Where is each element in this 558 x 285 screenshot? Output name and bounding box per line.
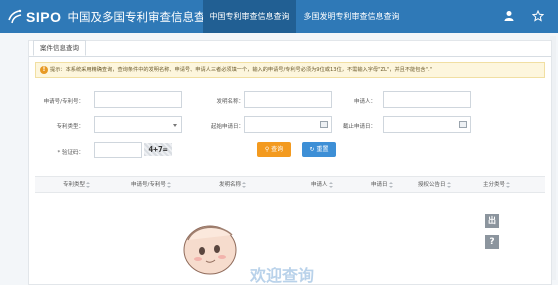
sipo-logo-icon — [8, 9, 22, 24]
patent-type-select[interactable] — [94, 116, 182, 133]
export-button[interactable]: 出 — [485, 214, 499, 228]
application-number-label: 申请号/专利号： — [43, 99, 84, 105]
sort-icon — [166, 181, 171, 188]
watermark-text: 欢迎查询 — [249, 266, 314, 285]
applicant-input[interactable] — [383, 91, 471, 108]
captcha-image[interactable]: 4+7= — [144, 143, 172, 156]
reset-button[interactable]: ↻ 重置 — [302, 142, 336, 157]
info-icon: ! — [40, 66, 48, 74]
column-header-patent-type[interactable]: 专利类型 — [63, 177, 91, 194]
tab-china-patent-query[interactable]: 中国专利审查信息查询 — [203, 0, 296, 33]
calendar-icon[interactable] — [459, 121, 467, 128]
site-title: 中国及多国专利审查信息查询 — [67, 10, 217, 24]
notice-text: 提示：本系统采用精确查询，查询条件中的发明名称、申请号、申请人三者必须填一个，输… — [50, 67, 433, 73]
tab-case-info-query[interactable]: 案件信息查询 — [33, 40, 86, 56]
captcha-label: * 验证码： — [57, 150, 85, 156]
chevron-down-icon — [173, 124, 177, 127]
application-number-input[interactable] — [94, 91, 182, 108]
start-date-label: 起始申请日： — [210, 124, 244, 130]
sort-icon — [388, 181, 393, 188]
star-icon[interactable] — [532, 10, 544, 22]
column-header-grant-date[interactable]: 授权公告日 — [418, 177, 451, 194]
search-icon: ⚲ — [264, 146, 270, 153]
sort-icon — [86, 181, 91, 188]
search-button[interactable]: ⚲ 查询 — [257, 142, 291, 157]
sort-icon — [242, 181, 247, 188]
applicant-label: 申请人： — [353, 99, 376, 105]
user-icon[interactable] — [503, 10, 515, 22]
sort-icon — [506, 181, 511, 188]
column-header-application-date[interactable]: 申请日 — [371, 177, 393, 194]
refresh-icon: ↻ — [309, 146, 315, 153]
help-button[interactable]: ? — [485, 235, 499, 249]
notice-banner: ! 提示：本系统采用精确查询，查询条件中的发明名称、申请号、申请人三者必须填一个… — [35, 62, 545, 78]
end-date-input[interactable] — [383, 116, 471, 133]
captcha-input[interactable] — [94, 142, 142, 158]
sort-icon — [328, 181, 333, 188]
invention-name-label: 发明名称： — [216, 99, 244, 105]
results-table-header: 专利类型 申请号/专利号 发明名称 申请人 申请日 授权公告日 主分类号 — [35, 176, 545, 193]
site-logo[interactable]: SIPO 中国及多国专利审查信息查询 — [6, 7, 217, 27]
tab-divider — [29, 56, 551, 57]
mascot-illustration: 欢迎查询 — [183, 225, 314, 285]
logo-text: SIPO — [26, 9, 62, 25]
column-header-application-number[interactable]: 申请号/专利号 — [131, 177, 171, 194]
column-header-applicant[interactable]: 申请人 — [311, 177, 333, 194]
column-header-classification[interactable]: 主分类号 — [483, 177, 511, 194]
patent-type-label: 专利类型： — [56, 124, 84, 130]
sort-icon — [446, 181, 451, 188]
tab-multinational-patent-query[interactable]: 多国发明专利审查信息查询 — [300, 0, 403, 33]
end-date-label: 截止申请日： — [342, 124, 376, 130]
top-navigation-bar: SIPO 中国及多国专利审查信息查询 中国专利审查信息查询 多国发明专利审查信息… — [0, 0, 558, 33]
column-header-invention-name[interactable]: 发明名称 — [219, 177, 247, 194]
